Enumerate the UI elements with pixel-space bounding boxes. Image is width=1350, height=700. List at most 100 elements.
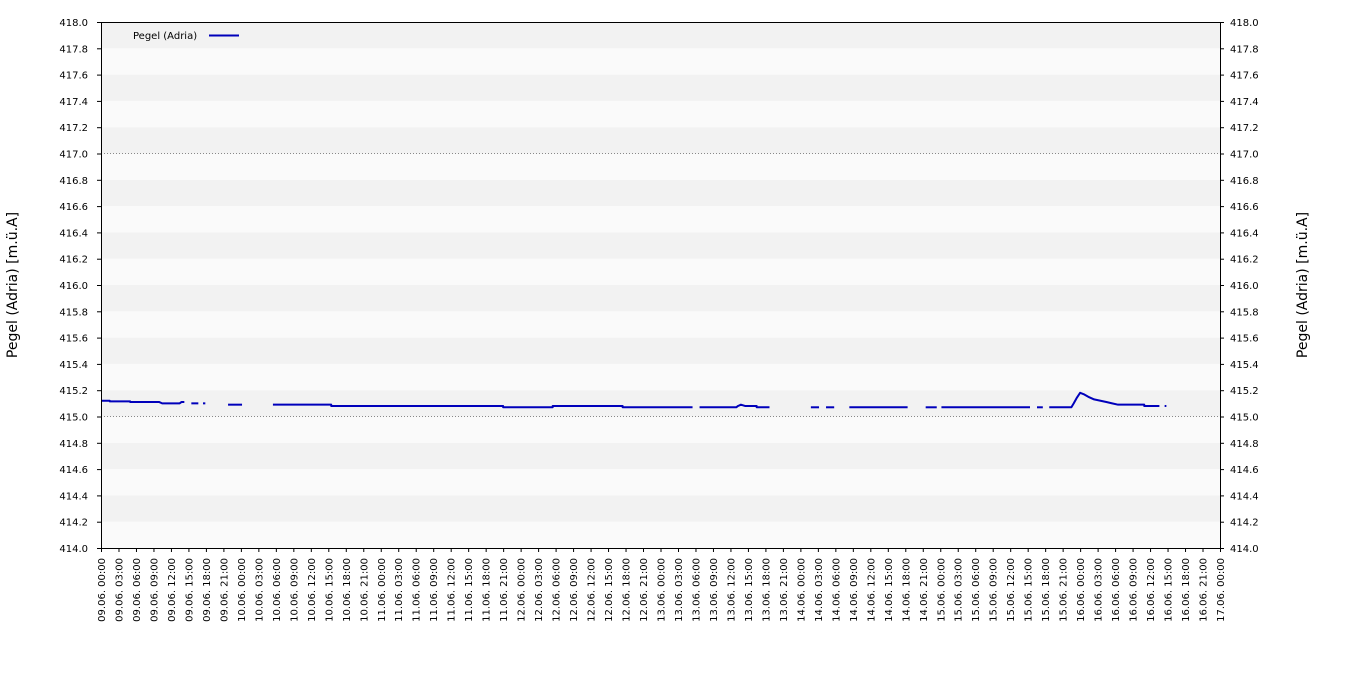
x-tick-label: 15.06. 06:00 — [971, 558, 982, 622]
x-tick-label: 16.06. 06:00 — [1111, 558, 1122, 622]
x-tick-label: 16.06. 18:00 — [1181, 558, 1192, 622]
x-tick-label: 16.06. 00:00 — [1076, 558, 1087, 622]
background-band — [101, 48, 1220, 75]
y-tick-label: 416.2 — [59, 255, 88, 266]
y-tick-label: 414.6 — [59, 465, 88, 476]
y-tick-label: 416.8 — [59, 176, 88, 187]
y-tick-label: 414.6 — [1230, 465, 1259, 476]
x-tick-label: 13.06. 09:00 — [709, 558, 720, 622]
x-tick-label: 11.06. 18:00 — [482, 558, 493, 622]
x-tick-label: 15.06. 21:00 — [1059, 558, 1070, 622]
x-tick-label: 14.06. 18:00 — [901, 558, 912, 622]
y-tick-label: 416.6 — [59, 202, 88, 213]
y-tick-label: 414.8 — [1230, 439, 1259, 450]
y-tick-label: 417.8 — [1230, 44, 1259, 55]
x-tick-label: 15.06. 09:00 — [989, 558, 1000, 622]
x-tick-label: 12.06. 09:00 — [569, 558, 580, 622]
background-band — [101, 22, 1220, 49]
y-axis-right: 414.0 414.2 414.4 414.6 414.8 415.0 415.2 415.4… — [1220, 18, 1259, 555]
x-tick-label: 12.06. 21:00 — [639, 558, 650, 622]
y-axis-left: 414.0 414.2 414.4 414.6 414.8 415.0 415.2 415.4… — [59, 18, 101, 555]
background-band — [101, 100, 1220, 128]
x-tick-label: 11.06. 15:00 — [464, 558, 475, 622]
y-tick-label: 418.0 — [1230, 18, 1259, 29]
x-tick-label: 17.06. 00:00 — [1216, 558, 1227, 622]
x-tick-label: 14.06. 00:00 — [796, 558, 807, 622]
x-tick-label: 12.06. 18:00 — [622, 558, 633, 622]
y-tick-label: 417.0 — [59, 150, 88, 161]
y-tick-label: 416.8 — [1230, 176, 1259, 187]
y-tick-label: 415.6 — [1230, 334, 1259, 345]
y-tick-label: 417.6 — [1230, 71, 1259, 82]
y-tick-label: 417.6 — [59, 71, 88, 82]
y-tick-label: 417.2 — [59, 123, 88, 134]
x-tick-label: 14.06. 21:00 — [919, 558, 930, 622]
x-tick-label: 16.06. 09:00 — [1129, 558, 1140, 622]
background-band — [101, 206, 1220, 233]
x-tick-label: 10.06. 21:00 — [359, 558, 370, 622]
x-tick-label: 13.06. 18:00 — [761, 558, 772, 622]
background-band — [101, 258, 1220, 285]
background-band — [101, 285, 1220, 312]
y-tick-label: 415.4 — [59, 360, 88, 371]
legend-label: Pegel (Adria) — [133, 31, 197, 42]
x-tick-label: 13.06. 06:00 — [691, 558, 702, 622]
background-band — [101, 127, 1220, 154]
y-tick-label: 417.4 — [59, 97, 88, 108]
y-tick-label: 416.0 — [1230, 281, 1259, 292]
y-tick-label: 418.0 — [59, 18, 88, 29]
x-tick-label: 12.06. 12:00 — [587, 558, 598, 622]
background-band — [101, 469, 1220, 496]
background-band — [101, 153, 1220, 180]
x-tick-label: 10.06. 00:00 — [237, 558, 248, 622]
x-tick-label: 15.06. 18:00 — [1041, 558, 1052, 622]
y-tick-label: 415.0 — [1230, 413, 1259, 424]
x-tick-label: 13.06. 12:00 — [726, 558, 737, 622]
x-tick-label: 10.06. 18:00 — [342, 558, 353, 622]
x-tick-label: 15.06. 00:00 — [936, 558, 947, 622]
x-tick-label: 14.06. 15:00 — [884, 558, 895, 622]
x-tick-label: 12.06. 15:00 — [604, 558, 615, 622]
x-tick-label: 09.06. 18:00 — [202, 558, 213, 622]
y-tick-label: 415.6 — [59, 334, 88, 345]
x-tick-label: 11.06. 00:00 — [377, 558, 388, 622]
y-tick-label: 414.2 — [1230, 518, 1259, 529]
y-tick-label: 417.4 — [1230, 97, 1259, 108]
y-tick-label: 414.8 — [59, 439, 88, 450]
x-axis: 09.06. 00:00 09.06. 03:00 09.06. 06:00 09.0… — [97, 548, 1227, 622]
x-tick-label: 15.06. 15:00 — [1024, 558, 1035, 622]
x-tick-label: 14.06. 09:00 — [849, 558, 860, 622]
background-band — [101, 232, 1220, 259]
y-tick-label: 417.0 — [1230, 150, 1259, 161]
x-tick-label: 16.06. 21:00 — [1199, 558, 1210, 622]
y-tick-label: 417.2 — [1230, 123, 1259, 134]
y-tick-label: 416.4 — [1230, 228, 1259, 239]
background-bands — [101, 22, 1220, 548]
x-tick-label: 13.06. 21:00 — [779, 558, 790, 622]
y-tick-label: 415.0 — [59, 413, 88, 424]
background-band — [101, 74, 1220, 101]
y-tick-label: 416.2 — [1230, 255, 1259, 266]
background-band — [101, 337, 1220, 364]
x-tick-label: 10.06. 03:00 — [254, 558, 265, 622]
y-tick-label: 414.0 — [59, 544, 88, 555]
x-tick-label: 11.06. 21:00 — [499, 558, 510, 622]
x-tick-label: 14.06. 06:00 — [831, 558, 842, 622]
x-tick-label: 10.06. 15:00 — [324, 558, 335, 622]
x-tick-label: 15.06. 12:00 — [1006, 558, 1017, 622]
y-axis-label-right: Pegel (Adria) [m.ü.A] — [1295, 212, 1311, 358]
background-band — [101, 495, 1220, 522]
y-tick-label: 414.4 — [59, 491, 88, 502]
water-level-chart: 414.0 414.2 414.4 414.6 414.8 415.0 415.2 415.4… — [5, 18, 1311, 622]
x-tick-label: 14.06. 03:00 — [814, 558, 825, 622]
x-tick-label: 11.06. 06:00 — [412, 558, 423, 622]
x-tick-label: 10.06. 06:00 — [272, 558, 283, 622]
x-tick-label: 15.06. 03:00 — [954, 558, 965, 622]
x-tick-label: 10.06. 09:00 — [289, 558, 300, 622]
background-band — [101, 416, 1220, 443]
x-tick-label: 16.06. 15:00 — [1164, 558, 1175, 622]
x-tick-label: 12.06. 03:00 — [534, 558, 545, 622]
x-tick-label: 11.06. 09:00 — [429, 558, 440, 622]
x-tick-label: 09.06. 21:00 — [219, 558, 230, 622]
y-tick-label: 415.2 — [1230, 386, 1259, 397]
